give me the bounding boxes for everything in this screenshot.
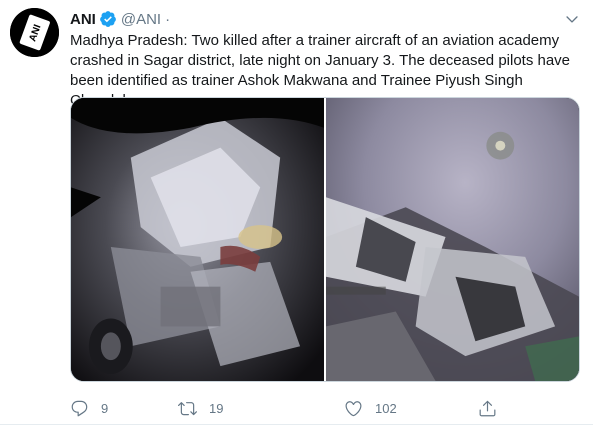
- tweet-card[interactable]: ANI ANI @ANI · Madhya Pradesh: Two kille…: [0, 0, 593, 425]
- more-options-chevron-icon[interactable]: [563, 10, 581, 28]
- tweet-media: [70, 97, 580, 382]
- tweet-header: ANI @ANI ·: [70, 9, 170, 29]
- reply-button[interactable]: 9: [70, 396, 108, 420]
- avatar[interactable]: ANI: [10, 8, 59, 57]
- like-count: 102: [375, 400, 397, 416]
- retweet-icon: [178, 399, 197, 418]
- verified-badge-icon: [99, 10, 117, 28]
- tweet-actions: 9 19 102: [70, 396, 510, 420]
- share-button[interactable]: [478, 396, 497, 420]
- author-name[interactable]: ANI: [70, 11, 96, 28]
- author-handle[interactable]: @ANI: [121, 11, 161, 28]
- crash-photo-left[interactable]: [71, 98, 324, 381]
- retweet-button[interactable]: 19: [178, 396, 223, 420]
- crash-photo-right[interactable]: [325, 98, 579, 381]
- reply-count: 9: [101, 400, 109, 416]
- share-icon: [478, 399, 497, 418]
- header-separator: ·: [165, 10, 171, 28]
- reply-icon: [70, 399, 89, 418]
- retweet-count: 19: [209, 400, 224, 416]
- ani-logo: ANI: [10, 8, 59, 57]
- heart-icon: [344, 399, 363, 418]
- like-button[interactable]: 102: [344, 396, 397, 420]
